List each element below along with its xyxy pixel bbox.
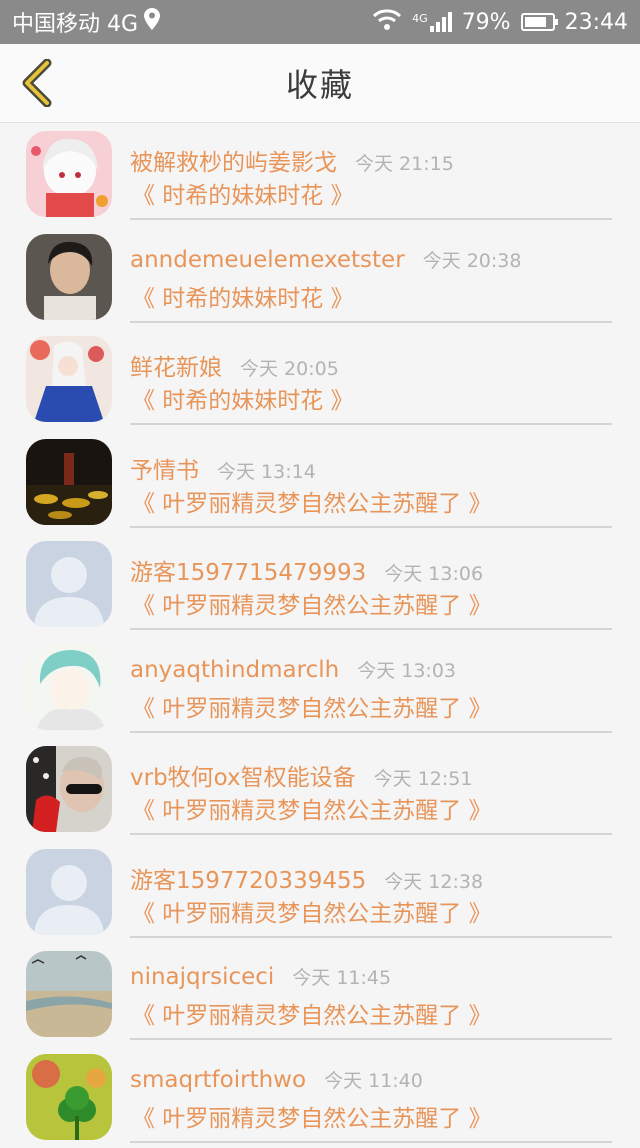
status-left: 中国移动 4G	[12, 6, 160, 38]
favorite-content: 被解救杪的屿姜影戈今天 21:15《 时希的妹妹时花 》	[130, 123, 612, 220]
favorite-content: 鲜花新娘今天 20:05《 时希的妹妹时花 》	[130, 328, 612, 425]
avatar[interactable]	[26, 1054, 112, 1140]
story-title-link[interactable]: 《 叶罗丽精灵梦自然公主苏醒了 》	[132, 791, 492, 825]
timestamp: 今天 21:15	[355, 149, 454, 176]
favorite-item[interactable]: smaqrtfoirthwo 今天 11:40 《 叶罗丽精灵梦自然公主苏醒了 》	[0, 1046, 640, 1148]
user-name[interactable]: 予情书	[130, 451, 199, 485]
avatar[interactable]	[26, 951, 112, 1037]
timestamp: 今天 11:45	[292, 963, 391, 990]
user-name[interactable]: vrb牧何ox智权能设备	[130, 758, 356, 792]
battery-icon	[521, 13, 555, 31]
location-icon	[144, 8, 160, 36]
favorite-meta: 鲜花新娘今天 20:05	[130, 348, 339, 382]
story-title-link[interactable]: 《 叶罗丽精灵梦自然公主苏醒了 》	[132, 484, 492, 518]
signal-icon	[430, 12, 452, 32]
favorite-content: anndemeuelemexetster 今天 20:38 《 时希的妹妹时花 》	[130, 226, 612, 323]
status-bar: 中国移动 4G 4G 79% 23:44	[0, 0, 640, 44]
favorite-meta: smaqrtfoirthwo 今天 11:40	[130, 1066, 423, 1093]
favorite-item[interactable]: ninajqrsiceci 今天 11:45 《 叶罗丽精灵梦自然公主苏醒了 》	[0, 943, 640, 1046]
favorite-item[interactable]: 游客1597720339455 今天 12:38《 叶罗丽精灵梦自然公主苏醒了 》	[0, 841, 640, 944]
favorite-item[interactable]: 游客1597715479993 今天 13:06《 叶罗丽精灵梦自然公主苏醒了 》	[0, 533, 640, 636]
avatar[interactable]	[26, 439, 112, 525]
clock: 23:44	[565, 10, 628, 35]
story-title-link[interactable]: 《 时希的妹妹时花 》	[132, 176, 354, 210]
battery-percent: 79%	[462, 10, 511, 35]
timestamp: 今天 12:38	[384, 867, 483, 894]
back-button[interactable]	[12, 56, 62, 110]
favorite-content: anyaqthindmarclh 今天 13:03 《 叶罗丽精灵梦自然公主苏醒了 …	[130, 636, 612, 733]
timestamp: 今天 13:06	[384, 559, 483, 586]
user-name[interactable]: anyaqthindmarclh	[130, 657, 339, 683]
user-name[interactable]: 游客1597720339455	[130, 861, 366, 895]
favorite-content: vrb牧何ox智权能设备今天 12:51《 叶罗丽精灵梦自然公主苏醒了 》	[130, 738, 612, 835]
favorite-content: ninajqrsiceci 今天 11:45 《 叶罗丽精灵梦自然公主苏醒了 》	[130, 943, 612, 1040]
favorite-content: 予情书今天 13:14《 叶罗丽精灵梦自然公主苏醒了 》	[130, 431, 612, 528]
favorite-item[interactable]: anyaqthindmarclh 今天 13:03 《 叶罗丽精灵梦自然公主苏醒了 …	[0, 636, 640, 739]
favorite-item[interactable]: vrb牧何ox智权能设备今天 12:51《 叶罗丽精灵梦自然公主苏醒了 》	[0, 738, 640, 841]
wifi-icon	[372, 8, 402, 36]
user-name[interactable]: 鲜花新娘	[130, 348, 222, 382]
network-type-label: 4G	[412, 12, 428, 25]
favorite-meta: 予情书今天 13:14	[130, 451, 316, 485]
favorite-meta: anyaqthindmarclh 今天 13:03	[130, 656, 456, 683]
carrier-label: 中国移动 4G	[12, 6, 138, 38]
story-title-link[interactable]: 《 叶罗丽精灵梦自然公主苏醒了 》	[132, 996, 492, 1030]
avatar[interactable]	[26, 541, 112, 627]
story-title-link[interactable]: 《 叶罗丽精灵梦自然公主苏醒了 》	[132, 586, 492, 620]
favorite-meta: 被解救杪的屿姜影戈今天 21:15	[130, 143, 454, 177]
avatar[interactable]	[26, 234, 112, 320]
story-title-link[interactable]: 《 叶罗丽精灵梦自然公主苏醒了 》	[132, 1099, 492, 1133]
favorite-meta: ninajqrsiceci 今天 11:45	[130, 963, 391, 990]
user-name[interactable]: ninajqrsiceci	[130, 964, 274, 990]
avatar[interactable]	[26, 336, 112, 422]
timestamp: 今天 11:40	[324, 1066, 423, 1093]
story-title-link[interactable]: 《 叶罗丽精灵梦自然公主苏醒了 》	[132, 894, 492, 928]
avatar[interactable]	[26, 644, 112, 730]
favorite-content: 游客1597720339455 今天 12:38《 叶罗丽精灵梦自然公主苏醒了 》	[130, 841, 612, 938]
app-header: 收藏	[0, 44, 640, 123]
user-name[interactable]: 被解救杪的屿姜影戈	[130, 143, 337, 177]
story-title-link[interactable]: 《 时希的妹妹时花 》	[132, 381, 354, 415]
timestamp: 今天 13:03	[357, 656, 456, 683]
avatar[interactable]	[26, 746, 112, 832]
favorite-item[interactable]: anndemeuelemexetster 今天 20:38 《 时希的妹妹时花 》	[0, 226, 640, 329]
user-name[interactable]: smaqrtfoirthwo	[130, 1067, 306, 1093]
favorite-item[interactable]: 被解救杪的屿姜影戈今天 21:15《 时希的妹妹时花 》	[0, 123, 640, 226]
favorite-meta: 游客1597715479993 今天 13:06	[130, 553, 483, 587]
favorite-meta: vrb牧何ox智权能设备今天 12:51	[130, 758, 472, 792]
favorite-meta: anndemeuelemexetster 今天 20:38	[130, 246, 521, 273]
user-name[interactable]: anndemeuelemexetster	[130, 247, 405, 273]
favorite-item[interactable]: 鲜花新娘今天 20:05《 时希的妹妹时花 》	[0, 328, 640, 431]
timestamp: 今天 12:51	[374, 764, 473, 791]
story-title-link[interactable]: 《 时希的妹妹时花 》	[132, 279, 354, 313]
timestamp: 今天 20:05	[240, 354, 339, 381]
favorite-meta: 游客1597720339455 今天 12:38	[130, 861, 483, 895]
favorite-item[interactable]: 予情书今天 13:14《 叶罗丽精灵梦自然公主苏醒了 》	[0, 431, 640, 534]
page-title: 收藏	[286, 60, 354, 106]
user-name[interactable]: 游客1597715479993	[130, 553, 366, 587]
favorites-list: 被解救杪的屿姜影戈今天 21:15《 时希的妹妹时花 》anndemeuelem…	[0, 123, 640, 1148]
favorite-content: smaqrtfoirthwo 今天 11:40 《 叶罗丽精灵梦自然公主苏醒了 》	[130, 1046, 612, 1143]
favorite-content: 游客1597715479993 今天 13:06《 叶罗丽精灵梦自然公主苏醒了 》	[130, 533, 612, 630]
story-title-link[interactable]: 《 叶罗丽精灵梦自然公主苏醒了 》	[132, 689, 492, 723]
avatar[interactable]	[26, 849, 112, 935]
chevron-left-icon	[19, 59, 55, 107]
timestamp: 今天 13:14	[217, 457, 316, 484]
avatar[interactable]	[26, 131, 112, 217]
status-right: 4G 79% 23:44	[372, 8, 628, 36]
timestamp: 今天 20:38	[423, 246, 522, 273]
